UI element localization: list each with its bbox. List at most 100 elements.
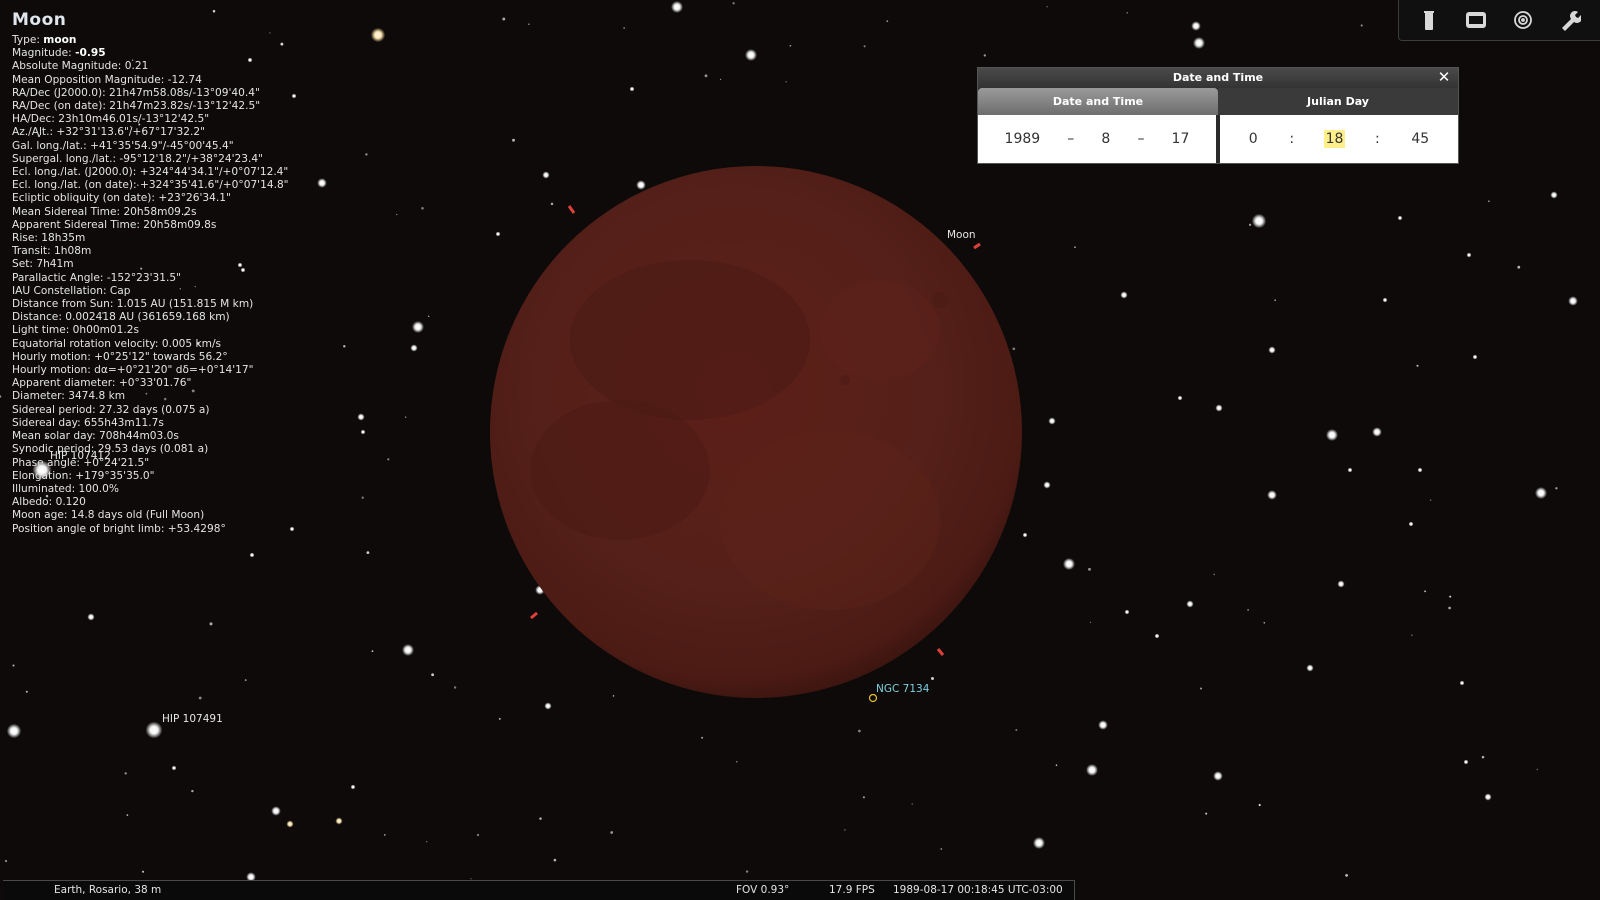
- wrench-icon[interactable]: [1555, 5, 1585, 35]
- month-spinbox[interactable]: 8: [1099, 130, 1112, 148]
- faint-star: [1536, 768, 1539, 771]
- star[interactable]: [1463, 759, 1469, 765]
- star[interactable]: [1382, 297, 1388, 303]
- faint-star: [343, 345, 346, 348]
- star[interactable]: [1267, 490, 1277, 500]
- star[interactable]: [544, 702, 552, 710]
- info-label: HA/Dec: 23h10m46.01s/-13°12'42.5": [12, 113, 210, 126]
- info-line: Light time: 0h00m01.2s: [12, 324, 342, 337]
- info-label: Distance: 0.002418 AU (361659.168 km): [12, 311, 230, 324]
- star[interactable]: [335, 817, 343, 825]
- info-line: HA/Dec: 23h10m46.01s/-13°12'42.5": [12, 113, 342, 126]
- info-label: IAU Constellation: Cap: [12, 284, 131, 297]
- star[interactable]: [145, 721, 163, 739]
- star[interactable]: [271, 806, 281, 816]
- star[interactable]: [1022, 532, 1028, 538]
- ngc-7134-marker[interactable]: [868, 693, 878, 703]
- day-spinbox[interactable]: 17: [1170, 130, 1192, 148]
- faint-star: [701, 736, 704, 739]
- star[interactable]: [360, 429, 366, 435]
- star[interactable]: [350, 784, 356, 790]
- star[interactable]: [1535, 487, 1547, 499]
- star[interactable]: [1043, 481, 1051, 489]
- faint-star: [911, 803, 913, 805]
- star[interactable]: [1337, 580, 1345, 588]
- star[interactable]: [357, 413, 365, 421]
- star[interactable]: [1086, 764, 1098, 776]
- second-spinbox[interactable]: 45: [1409, 130, 1431, 148]
- moon-disk[interactable]: [490, 166, 1022, 698]
- close-icon[interactable]: ✕: [1436, 69, 1452, 85]
- star[interactable]: [1063, 558, 1075, 570]
- faint-star: [4, 859, 8, 863]
- info-line: Phase angle: +0°24'21.5": [12, 457, 342, 470]
- star[interactable]: [1568, 296, 1578, 306]
- label-ngc-7134[interactable]: NGC 7134: [876, 683, 929, 695]
- star[interactable]: [1459, 680, 1465, 686]
- star[interactable]: [1417, 467, 1423, 473]
- star[interactable]: [1215, 404, 1223, 412]
- star[interactable]: [542, 171, 550, 179]
- star[interactable]: [6, 723, 22, 739]
- star[interactable]: [1120, 291, 1128, 299]
- star[interactable]: [1251, 213, 1267, 229]
- star[interactable]: [171, 765, 177, 771]
- star[interactable]: [1472, 354, 1478, 360]
- star[interactable]: [249, 552, 255, 558]
- info-line: Mean Opposition Magnitude: -12.74: [12, 74, 342, 87]
- info-line: Parallactic Angle: -152°23'31.5": [12, 272, 342, 285]
- star[interactable]: [1550, 191, 1558, 199]
- star[interactable]: [1154, 633, 1160, 639]
- star[interactable]: [1484, 793, 1492, 801]
- star[interactable]: [1124, 609, 1130, 615]
- star[interactable]: [1177, 395, 1183, 401]
- star[interactable]: [1191, 21, 1201, 31]
- star[interactable]: [412, 321, 424, 333]
- star[interactable]: [1213, 771, 1223, 781]
- star[interactable]: [1466, 252, 1472, 258]
- star[interactable]: [745, 49, 757, 61]
- bottom-status-bar[interactable]: Earth, Rosario, 38 m FOV 0.93° 17.9 FPS …: [3, 880, 1075, 900]
- star[interactable]: [370, 27, 386, 43]
- info-line: Position angle of bright limb: +53.4298°: [12, 523, 342, 536]
- star[interactable]: [1193, 37, 1205, 49]
- star[interactable]: [286, 820, 294, 828]
- label-moon[interactable]: Moon: [947, 229, 976, 241]
- minute-spinbox[interactable]: 18: [1323, 130, 1346, 148]
- hour-spinbox[interactable]: 0: [1247, 130, 1260, 148]
- star[interactable]: [1098, 720, 1108, 730]
- star[interactable]: [629, 86, 635, 92]
- label-hip-107491[interactable]: HIP 107491: [162, 713, 223, 725]
- faint-star: [1481, 755, 1485, 759]
- star[interactable]: [636, 180, 646, 190]
- time-separator: :: [1375, 131, 1380, 147]
- faint-star: [396, 213, 398, 216]
- star[interactable]: [1033, 837, 1045, 849]
- faint-star: [1205, 812, 1208, 815]
- star[interactable]: [410, 344, 418, 352]
- star[interactable]: [87, 613, 95, 621]
- star[interactable]: [1268, 346, 1276, 354]
- dialog-titlebar[interactable]: Date and Time ✕: [978, 68, 1458, 88]
- faint-star: [844, 829, 846, 831]
- tab-julian-day[interactable]: Julian Day: [1218, 88, 1458, 115]
- star[interactable]: [402, 644, 414, 656]
- star[interactable]: [495, 231, 501, 237]
- info-line: Hourly motion: dα=+0°21'20" dδ=+0°14'17": [12, 364, 342, 377]
- star[interactable]: [1408, 521, 1414, 527]
- star[interactable]: [1397, 215, 1403, 221]
- star[interactable]: [1372, 427, 1382, 437]
- year-spinbox[interactable]: 1989: [1003, 130, 1043, 148]
- star[interactable]: [671, 1, 683, 13]
- star[interactable]: [1306, 664, 1314, 672]
- fps-text: 17.9 FPS: [829, 884, 875, 896]
- flask-icon[interactable]: [1414, 5, 1444, 35]
- faint-star: [476, 833, 480, 837]
- star[interactable]: [1326, 429, 1338, 441]
- tab-date-and-time[interactable]: Date and Time: [978, 88, 1218, 115]
- star[interactable]: [1186, 600, 1194, 608]
- target-icon[interactable]: [1508, 5, 1538, 35]
- window-icon[interactable]: [1461, 5, 1491, 35]
- star[interactable]: [1347, 467, 1353, 473]
- star[interactable]: [1048, 417, 1056, 425]
